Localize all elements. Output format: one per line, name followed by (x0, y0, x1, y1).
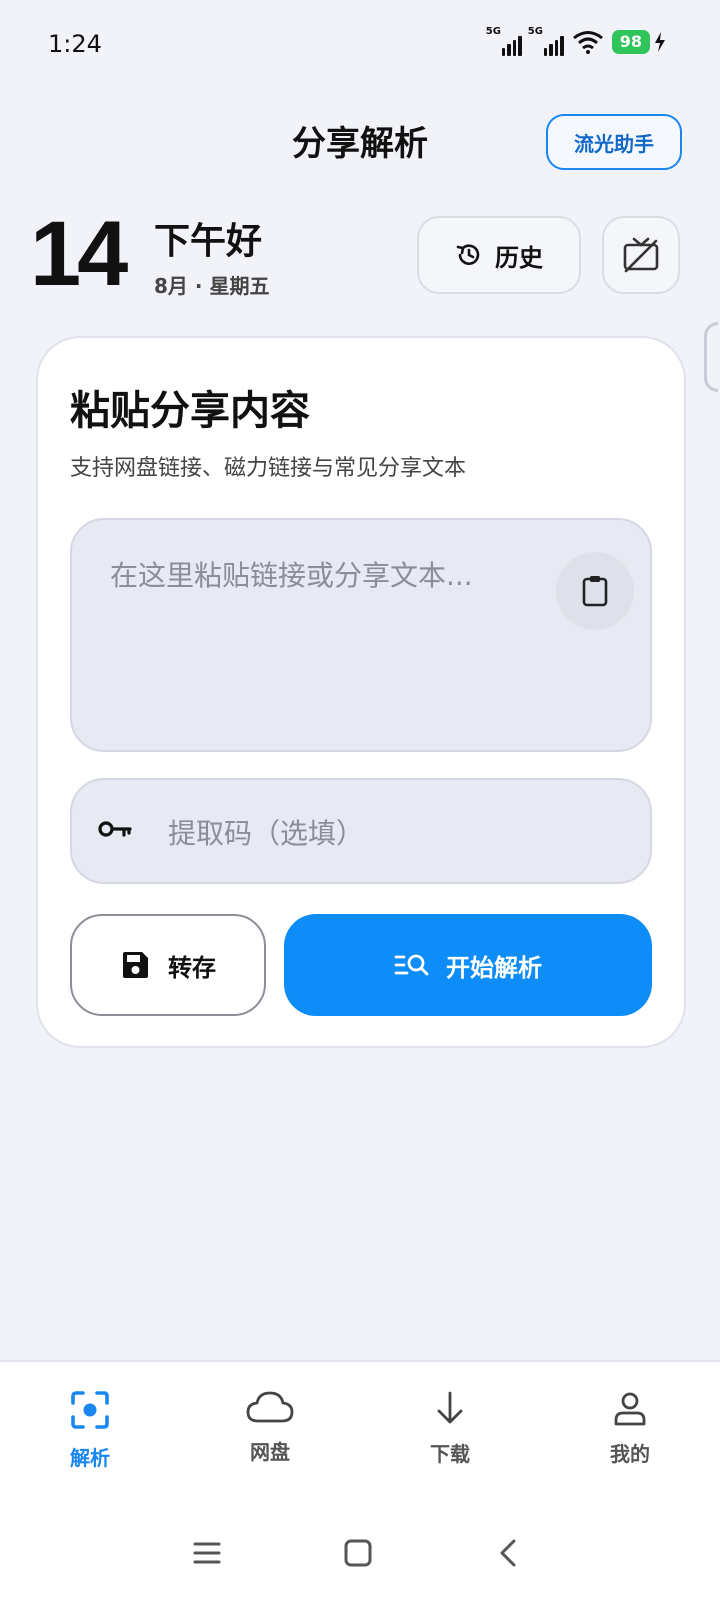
tv-off-button[interactable] (602, 216, 680, 294)
nav-item-parse[interactable]: 解析 (30, 1390, 150, 1471)
scan-icon (71, 1391, 109, 1429)
save-icon (123, 952, 148, 978)
cloud-icon (246, 1391, 294, 1423)
menu-icon[interactable] (192, 1538, 222, 1568)
charging-icon (655, 32, 665, 52)
nav-label-profile: 我的 (610, 1442, 650, 1466)
download-icon (437, 1391, 463, 1424)
assistant-button[interactable]: 流光助手 (546, 114, 682, 170)
nav-item-profile[interactable]: 我的 (570, 1390, 690, 1467)
wifi-icon (572, 31, 603, 54)
history-button[interactable]: 历史 (417, 216, 581, 294)
user-icon (614, 1392, 646, 1426)
nav-item-download[interactable]: 下载 (390, 1390, 510, 1467)
nav-label-download: 下载 (430, 1442, 470, 1466)
save-button-label: 转存 (168, 953, 216, 982)
edge-handle[interactable] (704, 322, 718, 392)
nav-label-parse: 解析 (70, 1446, 110, 1470)
history-icon (456, 244, 480, 265)
history-label: 历史 (495, 243, 543, 272)
nav-item-cloud[interactable]: 网盘 (210, 1390, 330, 1465)
day-number: 14 (30, 203, 128, 305)
start-parse-label: 开始解析 (446, 953, 542, 982)
status-indicators: 5G 5G 98 (486, 26, 666, 56)
assistant-button-label: 流光助手 (574, 131, 654, 156)
search-list-icon (394, 954, 429, 976)
back-icon[interactable] (494, 1538, 524, 1568)
extract-code-placeholder: 提取码（选填） (168, 817, 365, 850)
signal-icon: 5G (528, 26, 564, 56)
battery-indicator: 98 (611, 30, 666, 54)
nav-label-cloud: 网盘 (250, 1440, 290, 1464)
signal-icon: 5G (486, 26, 522, 56)
start-parse-button[interactable]: 开始解析 (284, 914, 652, 1016)
status-time: 1:24 (48, 30, 102, 58)
paste-button[interactable] (556, 552, 634, 630)
tv-off-icon (623, 237, 659, 273)
save-button[interactable]: 转存 (70, 914, 266, 1016)
key-icon (98, 818, 132, 844)
home-icon[interactable] (343, 1538, 373, 1568)
clipboard-icon (582, 576, 608, 607)
share-text-placeholder: 在这里粘贴链接或分享文本... (110, 559, 473, 592)
card-subtitle: 支持网盘链接、磁力链接与常见分享文本 (70, 456, 467, 481)
greeting: 下午好 (154, 221, 263, 262)
card-title: 粘贴分享内容 (70, 388, 310, 434)
date-subtitle: 8月 · 星期五 (154, 274, 270, 298)
